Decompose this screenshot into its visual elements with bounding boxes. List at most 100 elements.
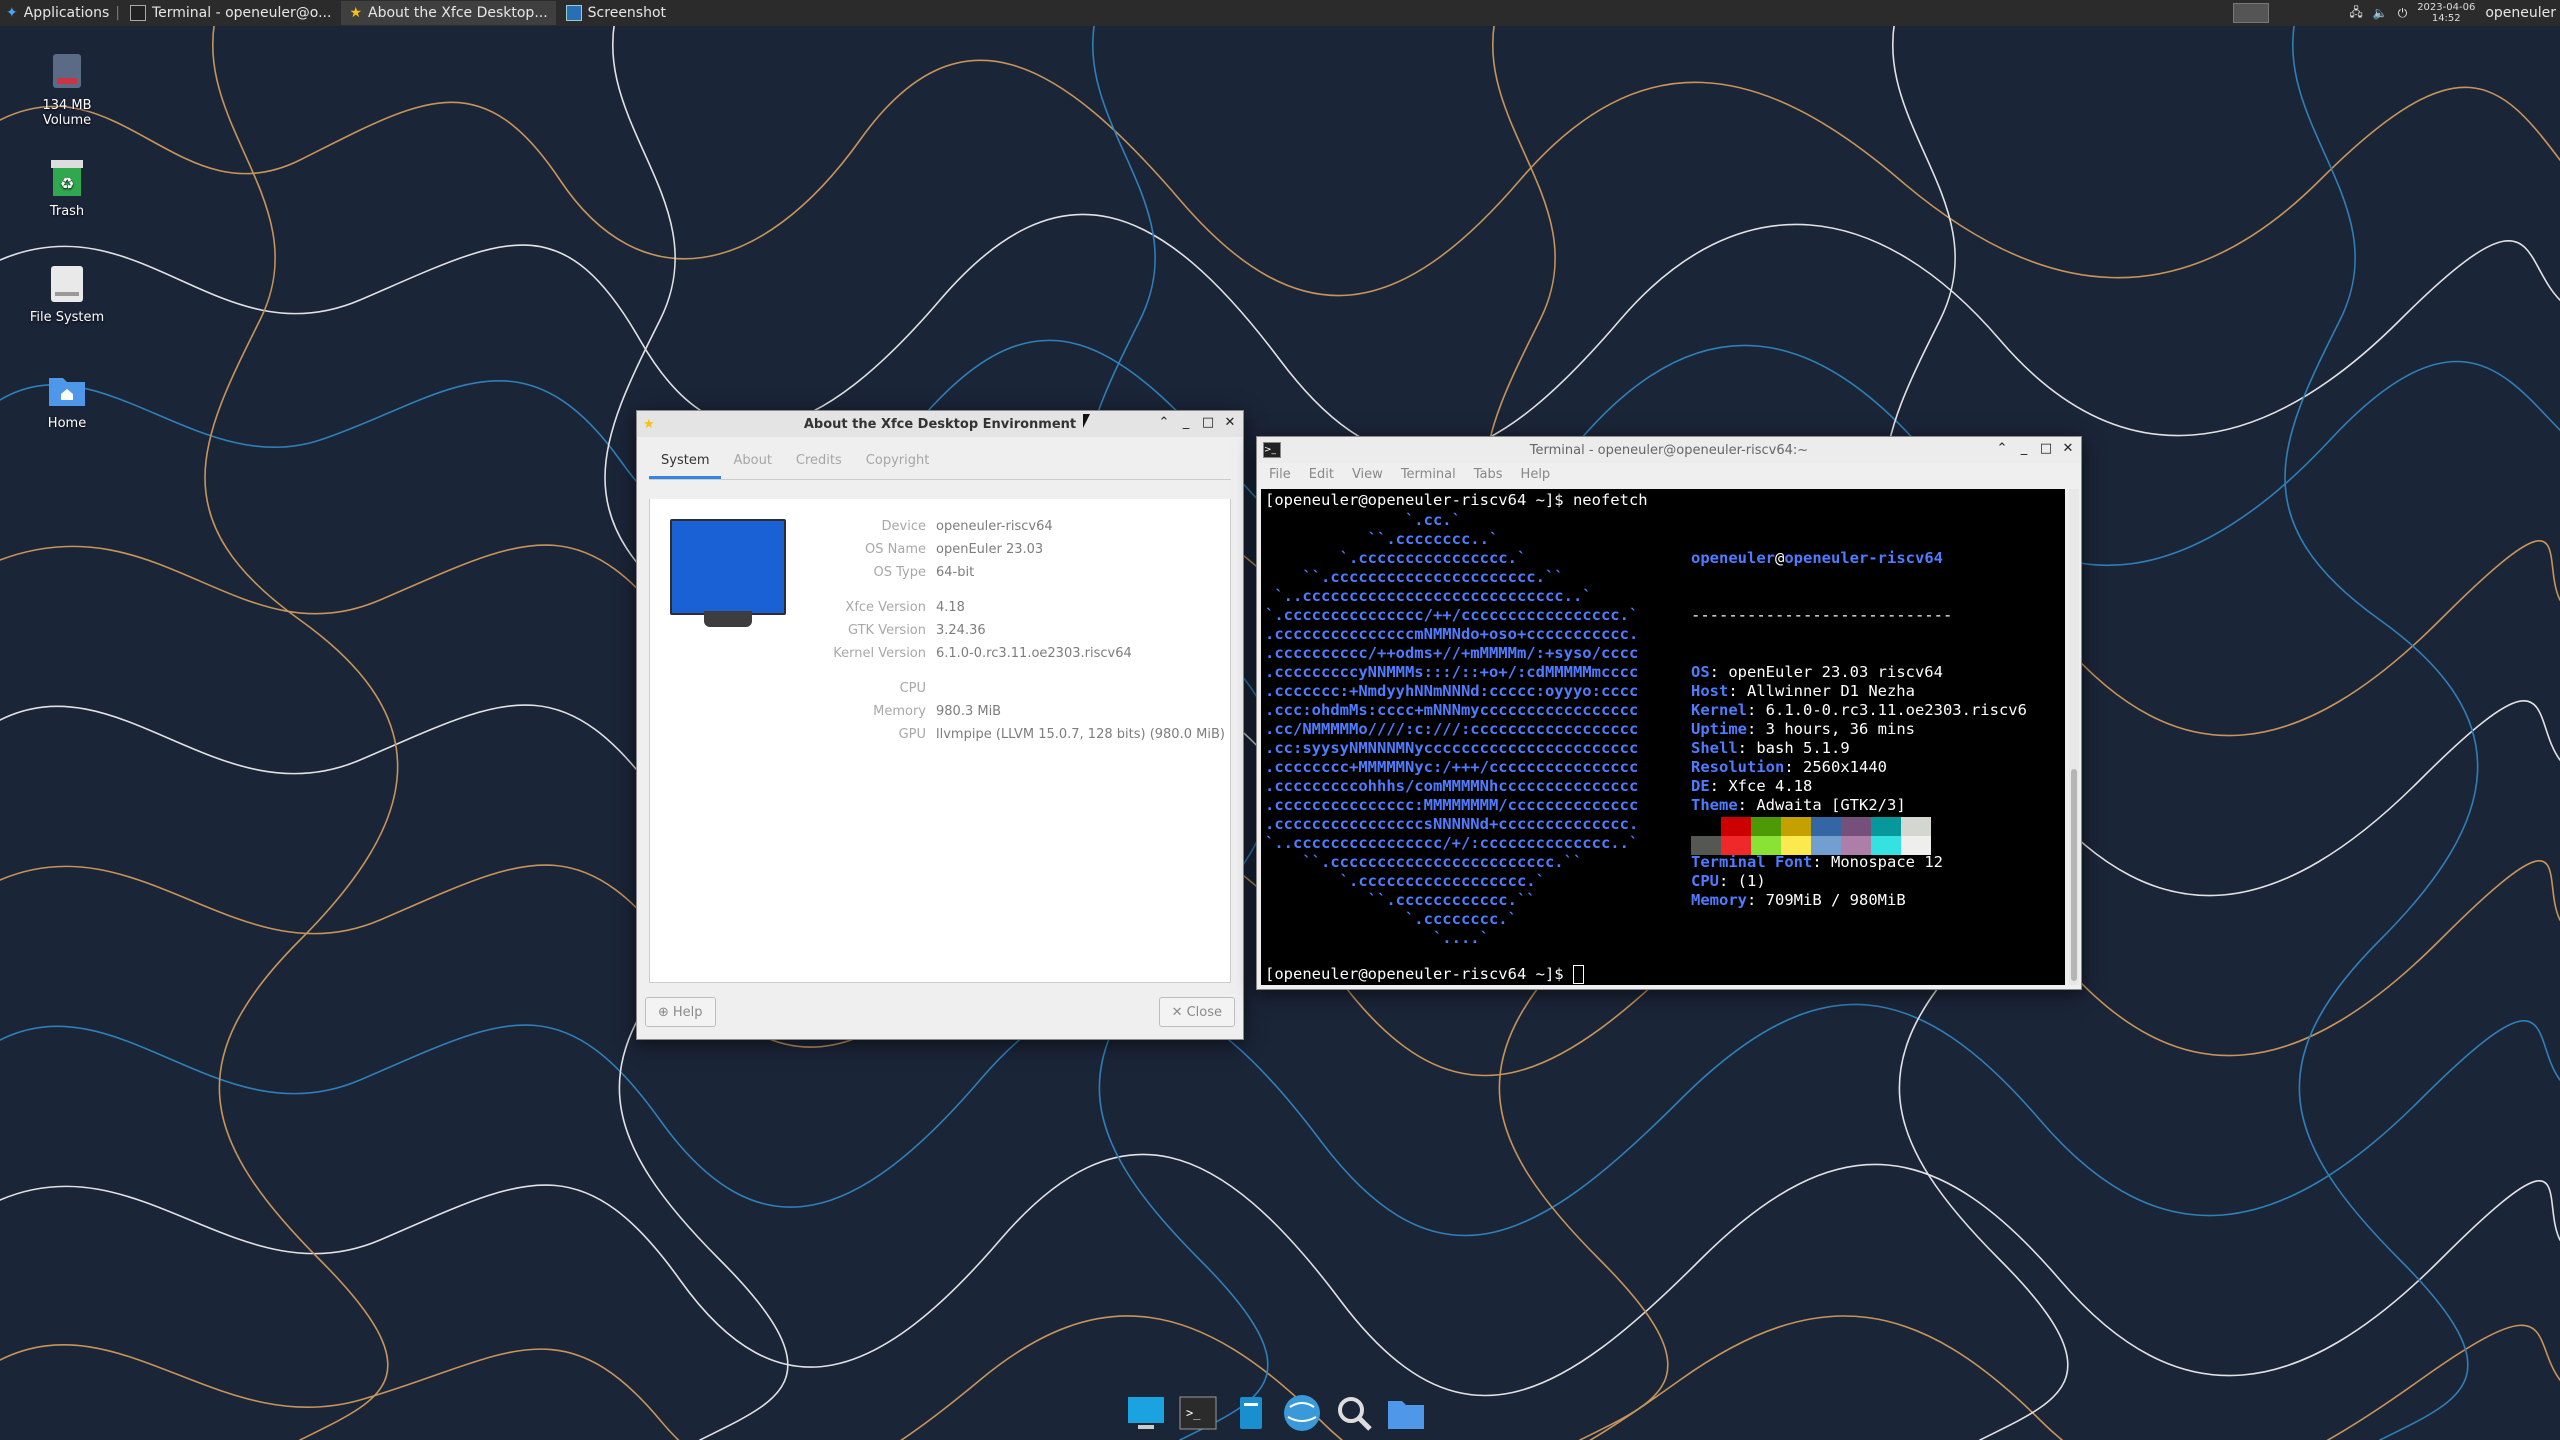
- info-row: CPU: [899, 681, 926, 696]
- color-swatch: [1751, 836, 1781, 855]
- color-swatch: [1841, 836, 1871, 855]
- logo-line: `....`: [1265, 929, 1489, 947]
- color-swatch: [1781, 817, 1811, 836]
- mouse-pointer: [1083, 414, 1090, 428]
- app-finder-icon[interactable]: [1333, 1392, 1375, 1434]
- maximize-button[interactable]: □: [1201, 415, 1215, 430]
- taskbar-item-screenshot[interactable]: Screenshot: [558, 1, 764, 25]
- command-line: [openeuler@openeuler-riscv64 ~]$ neofetc…: [1265, 491, 1648, 509]
- color-palette: [1691, 817, 1931, 855]
- shade-button[interactable]: ⌃: [1995, 441, 2009, 456]
- logo-line: .cccccccc+MMMMMNyc:/+++/cccccccccccccccc: [1265, 758, 1639, 776]
- scrollbar-thumb[interactable]: [2071, 769, 2077, 981]
- menu-view[interactable]: View: [1352, 467, 1383, 482]
- taskbar-item-label: About the Xfce Desktop...: [368, 5, 548, 21]
- about-titlebar[interactable]: ★ About the Xfce Desktop Environment ⌃ _…: [637, 411, 1243, 437]
- web-browser-icon[interactable]: [1281, 1392, 1323, 1434]
- minimize-button[interactable]: _: [2017, 441, 2031, 456]
- desktop-icon-trash[interactable]: ♻ Trash: [12, 156, 122, 219]
- applications-label: Applications: [23, 5, 110, 21]
- terminal-output[interactable]: [openeuler@openeuler-riscv64 ~]$ neofetc…: [1261, 489, 2065, 985]
- user-menu[interactable]: openeuler: [2485, 5, 2556, 21]
- terminal-icon[interactable]: >_: [1177, 1392, 1219, 1434]
- tab-system[interactable]: System: [649, 447, 722, 479]
- logo-line: `.cccccccccccccccc.`: [1265, 549, 1527, 567]
- color-swatch: [1721, 817, 1751, 836]
- window-title: About the Xfce Desktop Environment: [803, 416, 1077, 432]
- minimize-button[interactable]: _: [1179, 415, 1193, 430]
- svg-text:>_: >_: [1186, 1406, 1201, 1420]
- monitor-stand: [704, 611, 752, 627]
- menu-tabs[interactable]: Tabs: [1474, 467, 1503, 482]
- color-swatch: [1691, 817, 1721, 836]
- taskbar-item-label: Terminal - openeuler@o...: [151, 5, 332, 21]
- filesystem-icon: [47, 262, 87, 306]
- scrollbar[interactable]: [2069, 489, 2079, 985]
- applications-menu[interactable]: ✦ Applications: [0, 0, 115, 26]
- close-button[interactable]: ✕ Close: [1158, 997, 1235, 1027]
- power-icon[interactable]: ⏻: [2398, 6, 2408, 21]
- tab-credits[interactable]: Credits: [784, 447, 854, 479]
- logo-line: .cccccccccohhhs/comMMMMNhccccccccccccccc: [1265, 777, 1639, 795]
- menu-edit[interactable]: Edit: [1309, 467, 1334, 482]
- clock[interactable]: 2023-04-06 14:52: [2417, 2, 2475, 24]
- taskbar-item-about[interactable]: ★ About the Xfce Desktop...: [341, 1, 556, 25]
- help-button[interactable]: ⊕ Help: [645, 997, 716, 1027]
- color-swatch: [1811, 817, 1841, 836]
- taskbar-item-terminal[interactable]: Terminal - openeuler@o...: [122, 1, 339, 25]
- desktop-icon-label: Home: [47, 416, 87, 431]
- neofetch-field: OS: openEuler 23.03 riscv64: [1691, 663, 1943, 681]
- info-row: OS Type 64-bit: [873, 565, 975, 580]
- logo-line: `.cc.`: [1265, 511, 1461, 529]
- panel-separator: |: [115, 5, 120, 21]
- tab-about[interactable]: About: [721, 447, 783, 479]
- close-window-button[interactable]: ✕: [1223, 415, 1237, 430]
- menu-terminal[interactable]: Terminal: [1401, 467, 1456, 482]
- color-swatch: [1841, 817, 1871, 836]
- star-icon: ★: [349, 5, 363, 21]
- close-window-button[interactable]: ✕: [2061, 441, 2075, 456]
- logo-line: `..cccccccccccccccc/+/:cccccccccccccc..`: [1265, 834, 1639, 852]
- desktop-icon[interactable]: [1125, 1392, 1167, 1434]
- folder-icon[interactable]: [1385, 1392, 1427, 1434]
- workspace-switcher[interactable]: [2233, 3, 2270, 23]
- window-title: Terminal - openeuler@openeuler-riscv64:~: [1529, 442, 1809, 458]
- menu-file[interactable]: File: [1269, 467, 1291, 482]
- logo-line: .cccccccccc/++odms+//+mMMMMm/:+syso/cccc: [1265, 644, 1639, 662]
- tab-bar: System About Credits Copyright: [649, 447, 1231, 480]
- xfce-logo-icon: ✦: [6, 5, 18, 21]
- file-manager-icon[interactable]: [1229, 1392, 1271, 1434]
- shade-button[interactable]: ⌃: [1157, 415, 1171, 430]
- info-row: Device openeuler-riscv64: [881, 519, 1053, 534]
- distro-logo-ascii: `.cc.` ``.cccccccc..` `.cccccccccccccccc…: [1265, 511, 1638, 948]
- logo-line: .cc/NMMMMMo////:c:///:cccccccccccccccccc: [1265, 720, 1639, 738]
- terminal-titlebar[interactable]: >_ Terminal - openeuler@openeuler-riscv6…: [1257, 437, 2081, 463]
- color-swatch: [1751, 817, 1781, 836]
- dock: >_: [1125, 1390, 1427, 1436]
- desktop-icon-filesystem[interactable]: File System: [12, 262, 122, 325]
- network-icon[interactable]: 🖧: [2349, 3, 2362, 24]
- desktop-icon-home[interactable]: Home: [12, 368, 122, 431]
- neofetch-field: Resolution: 2560x1440: [1691, 758, 1887, 776]
- tab-copyright[interactable]: Copyright: [854, 447, 942, 479]
- color-swatch: [1901, 817, 1931, 836]
- maximize-button[interactable]: □: [2039, 441, 2053, 456]
- neofetch-field: Kernel: 6.1.0-0.rc3.11.oe2303.riscv6: [1691, 701, 2027, 719]
- info-row: Xfce Version 4.18: [845, 600, 965, 615]
- logo-line: ``.cccccccc..`: [1265, 530, 1499, 548]
- color-swatch: [1811, 836, 1841, 855]
- info-row: GPU llvmpipe (LLVM 15.0.7, 128 bits) (980…: [898, 727, 1225, 742]
- color-swatch: [1871, 836, 1901, 855]
- drive-icon: [47, 50, 87, 94]
- taskbar-item-label: Screenshot: [587, 5, 667, 21]
- about-xfce-window: ★ About the Xfce Desktop Environment ⌃ _…: [636, 410, 1244, 1040]
- desktop-icon-volume[interactable]: 134 MB Volume: [12, 50, 122, 128]
- color-swatch: [1691, 836, 1721, 855]
- logo-line: ``.cccccccccccc.``: [1265, 891, 1536, 909]
- system-tray: 🖧 🔈 ⏻ 2023-04-06 14:52 openeuler: [2233, 0, 2560, 26]
- logo-line: `.cccccccccccccccccc.`: [1265, 872, 1545, 890]
- trash-icon: ♻: [47, 156, 87, 200]
- volume-icon[interactable]: 🔈: [2373, 6, 2388, 20]
- menu-help[interactable]: Help: [1521, 467, 1551, 482]
- logo-line: .cccccccccyNNMMMs:::/::+o+/:cdMMMMMmcccc: [1265, 663, 1639, 681]
